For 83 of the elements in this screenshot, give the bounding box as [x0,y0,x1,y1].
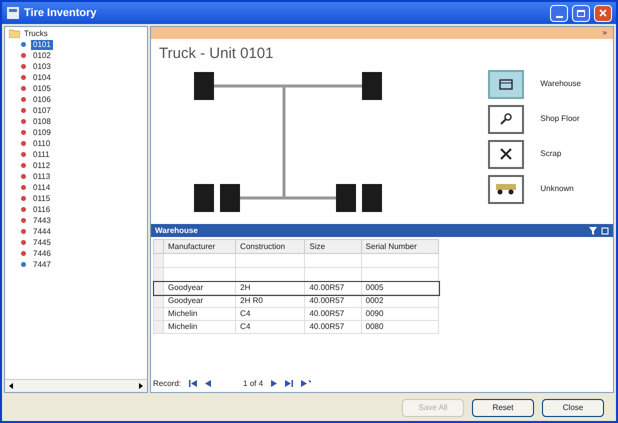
cross-icon [499,147,514,161]
tree-item[interactable]: 0107 [31,106,53,116]
unit-title: Truck - Unit 0101 [159,44,274,64]
table-row[interactable]: Goodyear 2H 40.00R57 0005 [154,282,438,294]
table-cell: 40.00R57 [304,282,362,294]
table-cell: 0080 [361,320,438,334]
table-cell: 2H [236,282,305,294]
filter-icon[interactable] [589,226,597,234]
tree-item[interactable]: 7444 [31,226,53,236]
table-row[interactable]: Michelin C4 40.00R57 0080 [154,320,438,334]
tree-item[interactable]: 0109 [31,128,53,138]
location-label: Shop Floor [540,113,580,125]
tree-item[interactable]: 0106 [31,94,53,104]
footer-button[interactable]: Reset [472,399,534,417]
column-header[interactable]: Construction [236,240,305,254]
tree-item[interactable]: 0116 [31,204,52,214]
next-record-icon[interactable] [271,380,278,387]
location-button[interactable] [488,104,524,134]
tree-item[interactable]: 0115 [31,194,52,204]
location-button[interactable] [488,174,524,204]
wrench-icon [499,112,514,126]
grid-title: Warehouse [155,224,199,236]
table-row[interactable]: Goodyear 2H R0 40.00R57 0002 [154,294,438,308]
table-cell: 0005 [361,282,438,294]
table-cell: 0002 [361,294,438,308]
horizontal-scrollbar[interactable] [5,379,147,392]
column-header[interactable]: Serial Number [361,240,438,254]
tree-item[interactable]: 0111 [31,150,52,160]
minimize-button[interactable] [550,4,568,22]
close-button[interactable] [594,4,612,22]
tree-item[interactable]: 0102 [31,50,53,60]
close-icon [599,9,607,17]
location-button[interactable] [488,140,524,168]
maximize-button[interactable] [572,4,590,22]
footer-button[interactable]: Close [542,399,604,417]
table-cell: C4 [236,308,305,320]
location-label: Warehouse [540,78,581,90]
record-label: Record: [153,378,182,390]
app-icon [6,6,20,20]
new-record-icon[interactable] [301,380,312,387]
table-cell: Michelin [164,308,236,320]
tree-item[interactable]: 7447 [31,260,53,270]
collapse-button[interactable]: » [600,28,609,38]
tree-item[interactable]: 7445 [31,238,53,248]
table-cell: C4 [236,320,305,334]
previous-record-icon[interactable] [205,380,212,387]
column-header[interactable]: Size [304,240,362,254]
table-cell: Goodyear [164,294,236,308]
table-cell: 40.00R57 [304,308,362,320]
location-label: Unknown [540,183,574,195]
table-cell: Goodyear [164,282,236,294]
table-cell: 40.00R57 [304,294,362,308]
maximize-icon [577,10,585,16]
table-cell: 0090 [361,308,438,320]
truck-icon [495,183,518,195]
location-label: Scrap [540,148,562,160]
tree-item[interactable]: 0101 [31,40,53,50]
first-record-icon[interactable] [189,380,198,387]
table-cell: 2H R0 [236,294,305,308]
tree-item[interactable]: 0110 [31,138,52,148]
tree-item[interactable]: 7446 [31,248,53,258]
tree-item[interactable]: 7443 [31,216,53,226]
last-record-icon[interactable] [285,380,294,387]
tree-item[interactable]: 0113 [31,172,52,182]
tree-item[interactable]: Trucks [24,28,48,40]
tree-item[interactable]: 0112 [31,160,52,170]
window-title: Tire Inventory [24,6,98,21]
minimize-icon [556,16,562,18]
record-position: 1 of 4 [243,378,264,390]
tree-item[interactable]: 0104 [31,72,53,82]
scroll-right-icon [139,383,143,389]
table-row[interactable]: Michelin C4 40.00R57 0090 [154,308,438,320]
scroll-left-icon [9,383,13,389]
tree-item[interactable]: 0105 [31,84,53,94]
box-icon [499,78,514,90]
table-cell: 40.00R57 [304,320,362,334]
column-header[interactable]: Manufacturer [164,240,236,254]
tree-item[interactable]: 0103 [31,62,53,72]
tree-item[interactable]: 0114 [31,182,52,192]
location-button[interactable] [488,70,524,98]
table-cell: Michelin [164,320,236,334]
pin-icon[interactable] [601,226,609,234]
tree-item[interactable]: 0108 [31,116,53,126]
